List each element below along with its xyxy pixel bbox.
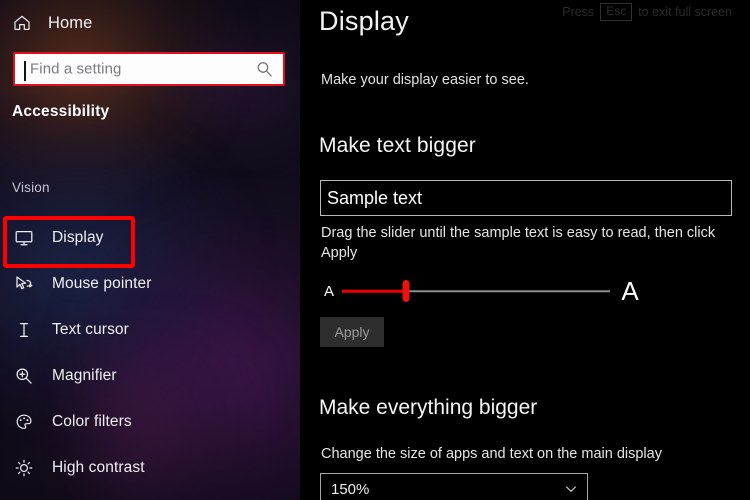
nav-group-header: Vision: [12, 180, 50, 195]
search-field[interactable]: Find a setting: [16, 55, 282, 83]
sample-text: Sample text: [327, 187, 423, 208]
scale-value: 150%: [331, 480, 370, 498]
home-icon: [12, 13, 32, 33]
settings-window: Home Find a setting Accessibility Vision…: [0, 0, 750, 500]
sidebar-item-label: Magnifier: [52, 367, 117, 384]
text-size-slider[interactable]: A A: [320, 276, 644, 306]
section-heading-make-text-bigger: Make text bigger: [319, 134, 476, 157]
sidebar-item-mouse-pointer[interactable]: Mouse pointer: [0, 261, 300, 307]
color-palette-icon: [14, 412, 34, 432]
search-icon[interactable]: [256, 61, 273, 78]
text-caret: [24, 61, 26, 81]
slider-track-area[interactable]: [342, 276, 610, 306]
monitor-icon: [14, 228, 34, 248]
brightness-icon: [14, 458, 34, 478]
search-box[interactable]: Find a setting: [13, 52, 285, 86]
toast-suffix: to exit full screen: [638, 5, 732, 20]
scale-dropdown[interactable]: 150%: [320, 473, 588, 500]
slider-max-label: A: [621, 275, 639, 306]
exit-fullscreen-toast: Press Esc to exit full screen: [562, 3, 732, 22]
search-placeholder: Find a setting: [30, 60, 122, 78]
settings-sidebar: Home Find a setting Accessibility Vision…: [0, 0, 300, 500]
sidebar-item-magnifier[interactable]: Magnifier: [0, 353, 300, 399]
sidebar-item-label: Mouse pointer: [52, 275, 152, 292]
sidebar-item-label: Text cursor: [52, 321, 129, 338]
slider-hint-text: Drag the slider until the sample text is…: [321, 225, 716, 261]
esc-key-badge: Esc: [600, 3, 633, 22]
page-title: Display: [319, 6, 409, 36]
section-heading-make-everything-bigger: Make everything bigger: [319, 396, 538, 419]
sidebar-item-label: High contrast: [52, 459, 145, 476]
slider-min-label: A: [323, 282, 334, 300]
app-title: Accessibility: [12, 103, 110, 120]
sidebar-item-text-cursor[interactable]: Text cursor: [0, 307, 300, 353]
display-settings-pane: Press Esc to exit full screen Display Ma…: [300, 0, 750, 500]
apply-button[interactable]: Apply: [320, 317, 384, 347]
home-label: Home: [48, 13, 93, 32]
slider-fill: [342, 289, 407, 293]
sidebar-item-display[interactable]: Display: [0, 215, 300, 268]
sidebar-item-label: Color filters: [52, 413, 132, 430]
sidebar-item-color-filters[interactable]: Color filters: [0, 399, 300, 445]
magnifier-icon: [14, 366, 34, 386]
mouse-pointer-icon: [14, 274, 34, 294]
toast-prefix: Press: [562, 5, 595, 20]
sidebar-nav: Display Mouse pointer Text cursor Magnif…: [0, 215, 300, 491]
chevron-down-icon: [564, 482, 578, 496]
page-subtitle: Make your display easier to see.: [321, 72, 529, 88]
home-button[interactable]: Home: [12, 8, 92, 38]
text-cursor-icon: [14, 320, 34, 340]
sidebar-item-high-contrast[interactable]: High contrast: [0, 445, 300, 491]
scale-description: Change the size of apps and text on the …: [321, 446, 662, 462]
slider-thumb[interactable]: [402, 280, 410, 302]
sample-text-preview: Sample text: [320, 180, 732, 216]
sidebar-item-label: Display: [52, 229, 104, 246]
